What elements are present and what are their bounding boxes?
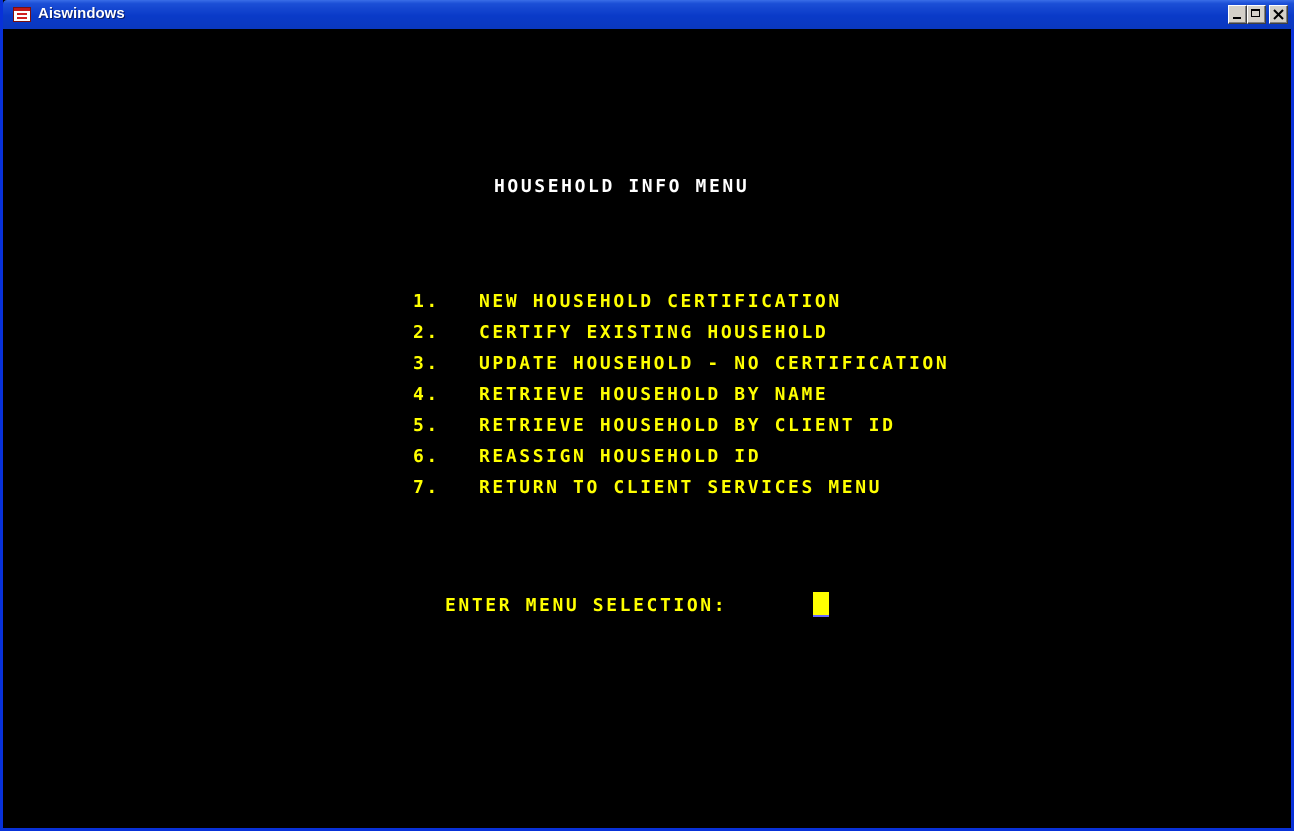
app-window-icon[interactable]	[13, 7, 31, 22]
menu-item-number: 6.	[413, 446, 440, 467]
menu-item-label: RETRIEVE HOUSEHOLD BY CLIENT ID	[479, 415, 896, 436]
maximize-button[interactable]	[1247, 5, 1266, 24]
menu-item-label: REASSIGN HOUSEHOLD ID	[479, 446, 762, 467]
menu-item-label: NEW HOUSEHOLD CERTIFICATION	[479, 291, 842, 312]
menu-item-6: 6. REASSIGN HOUSEHOLD ID	[413, 448, 949, 479]
minimize-button[interactable]	[1228, 5, 1247, 24]
menu-item-number: 5.	[413, 415, 440, 436]
close-button[interactable]	[1269, 5, 1288, 24]
close-icon	[1273, 9, 1284, 20]
menu-item-label: RETURN TO CLIENT SERVICES MENU	[479, 477, 883, 498]
maximize-icon	[1251, 9, 1260, 17]
title-bar[interactable]: Aiswindows	[3, 0, 1294, 29]
menu-list: 1. NEW HOUSEHOLD CERTIFICATION 2. CERTIF…	[413, 293, 949, 510]
menu-item-5: 5. RETRIEVE HOUSEHOLD BY CLIENT ID	[413, 417, 949, 448]
menu-item-label: RETRIEVE HOUSEHOLD BY NAME	[479, 384, 829, 405]
menu-heading: HOUSEHOLD INFO MENU	[494, 176, 750, 197]
menu-selection-input[interactable]	[813, 592, 829, 617]
menu-selection-prompt: ENTER MENU SELECTION:	[445, 595, 728, 616]
window-title: Aiswindows	[38, 5, 125, 22]
menu-item-number: 7.	[413, 477, 440, 498]
menu-item-4: 4. RETRIEVE HOUSEHOLD BY NAME	[413, 386, 949, 417]
minimize-icon	[1233, 17, 1241, 19]
terminal-window: Aiswindows HOUSEHOLD INFO MENU 1. NEW HO…	[0, 0, 1294, 831]
menu-item-number: 1.	[413, 291, 440, 312]
menu-item-2: 2. CERTIFY EXISTING HOUSEHOLD	[413, 324, 949, 355]
menu-item-number: 4.	[413, 384, 440, 405]
terminal-screen[interactable]: HOUSEHOLD INFO MENU 1. NEW HOUSEHOLD CER…	[3, 29, 1291, 828]
menu-item-3: 3. UPDATE HOUSEHOLD - NO CERTIFICATION	[413, 355, 949, 386]
menu-item-1: 1. NEW HOUSEHOLD CERTIFICATION	[413, 293, 949, 324]
menu-item-label: CERTIFY EXISTING HOUSEHOLD	[479, 322, 829, 343]
menu-item-label: UPDATE HOUSEHOLD - NO CERTIFICATION	[479, 353, 950, 374]
menu-item-number: 3.	[413, 353, 440, 374]
menu-item-7: 7. RETURN TO CLIENT SERVICES MENU	[413, 479, 949, 510]
menu-item-number: 2.	[413, 322, 440, 343]
